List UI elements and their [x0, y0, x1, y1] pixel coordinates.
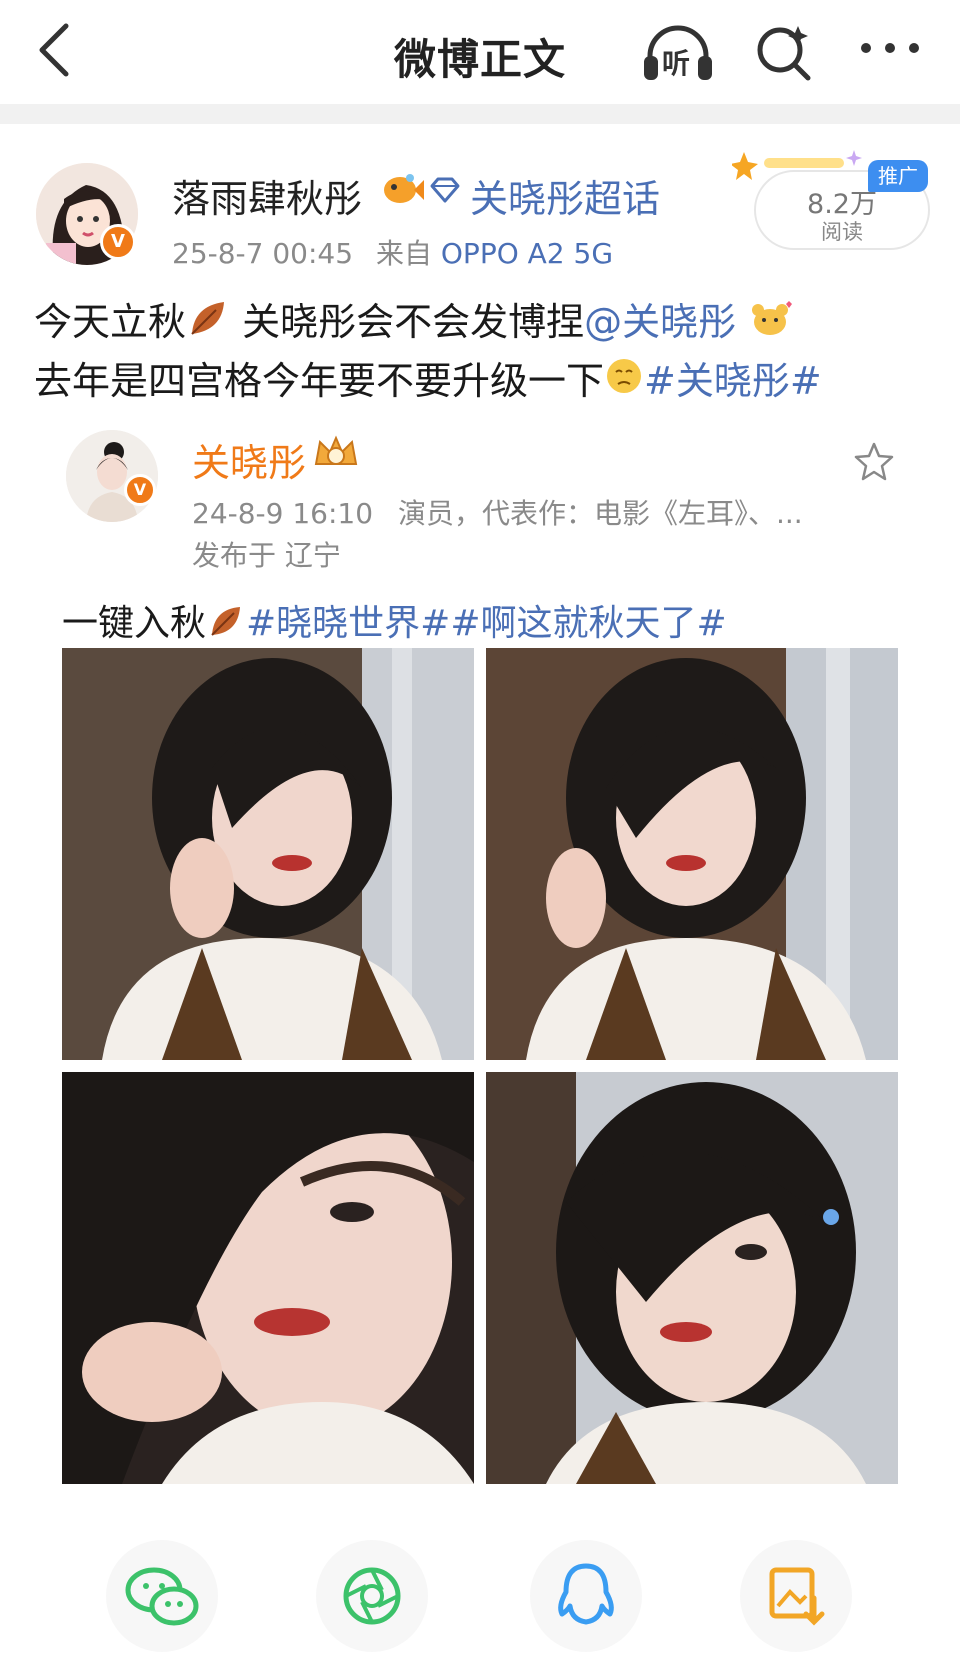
section-divider	[0, 104, 960, 124]
hamster-emoji-icon	[748, 298, 793, 352]
post-text-part: 今天立秋	[34, 300, 187, 344]
thinking-emoji-icon	[604, 356, 644, 410]
repost-author-name[interactable]: 关晓彤	[192, 432, 306, 487]
listen-button[interactable]: 听	[640, 20, 716, 84]
post-line-2: 去年是四宫格今年要不要升级一下 #关晓彤#	[34, 354, 934, 411]
post-body: 今天立秋 关晓彤会不会发博捏@关晓彤 去年是四宫格今年要不要升级一下 #关晓彤#	[34, 295, 934, 410]
vip-crown-icon	[312, 432, 360, 472]
author-name[interactable]: 落雨肆秋彤	[172, 168, 362, 223]
photo-4[interactable]	[486, 1072, 898, 1484]
listen-label: 听	[662, 47, 691, 80]
search-icon	[757, 26, 811, 81]
verified-badge: V	[124, 474, 156, 506]
favorite-button[interactable]	[852, 440, 896, 484]
wechat-icon	[125, 1567, 199, 1626]
read-label: 阅读	[821, 220, 863, 244]
share-qq-button[interactable]	[530, 1540, 642, 1652]
source-prefix: 来自	[375, 237, 432, 270]
photo-1[interactable]	[62, 648, 474, 1060]
repost-meta: 24-8-9 16:10 演员，代表作：电影《左耳》、...	[192, 492, 803, 532]
star-outline-icon	[854, 442, 894, 481]
save-image-icon	[769, 1567, 825, 1626]
diamond-icon	[428, 176, 462, 204]
mention-link[interactable]: @关晓彤	[584, 300, 736, 344]
repost-bio: 演员，代表作：电影《左耳》、...	[397, 497, 803, 530]
share-wechat-button[interactable]	[106, 1540, 218, 1652]
search-button[interactable]	[752, 20, 816, 84]
more-button[interactable]	[856, 20, 924, 80]
post-text-part: 去年是四宫格今年要不要升级一下	[34, 358, 605, 403]
repost-text: 一键入秋 #晓晓世界##啊这就秋天了#	[62, 594, 727, 650]
post-meta: 25-8-7 00:45 来自 OPPO A2 5G	[172, 232, 613, 272]
post-text-part: 关晓彤会不会发博捏	[230, 300, 585, 344]
promo-badge: 推广	[868, 160, 928, 192]
photo-3[interactable]	[62, 1072, 474, 1484]
verified-badge: V	[100, 224, 136, 260]
more-dots-icon	[861, 43, 919, 53]
hashtag-links[interactable]: #晓晓世界##啊这就秋天了#	[246, 603, 727, 644]
page-title: 微博正文	[393, 35, 566, 84]
moments-icon	[343, 1567, 401, 1625]
share-moments-button[interactable]	[316, 1540, 428, 1652]
post-line-1: 今天立秋 关晓彤会不会发博捏@关晓彤	[34, 295, 934, 354]
repost-location: 发布于 辽宁	[192, 539, 341, 572]
autumn-leaf-icon	[206, 601, 246, 650]
device-link[interactable]: OPPO A2 5G	[441, 237, 613, 270]
supertopic-link[interactable]: 关晓彤超话	[470, 168, 660, 223]
fish-emoji-icon	[380, 168, 424, 208]
photo-2[interactable]	[486, 648, 898, 1060]
top-nav-bar: 微博正文 听	[0, 0, 960, 104]
post-time: 25-8-7 00:45	[172, 237, 354, 270]
qq-icon	[558, 1563, 614, 1625]
save-image-button[interactable]	[740, 1540, 852, 1652]
chevron-left-icon	[39, 23, 69, 77]
back-button[interactable]	[30, 20, 90, 80]
repost-text-part: 一键入秋	[62, 603, 207, 644]
autumn-leaf-icon	[186, 296, 230, 354]
hashtag-link[interactable]: #关晓彤#	[644, 359, 822, 403]
repost-time: 24-8-9 16:10	[192, 497, 374, 530]
